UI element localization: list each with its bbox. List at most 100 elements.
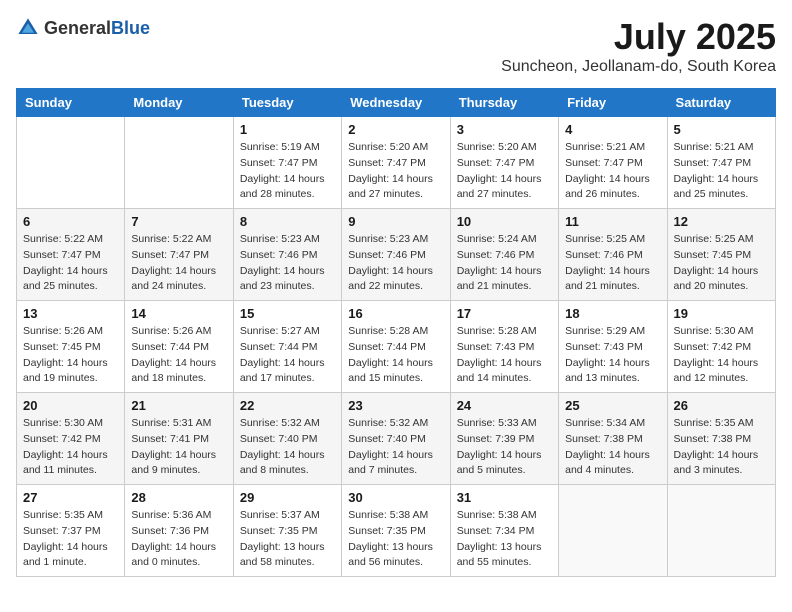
day-info: Sunrise: 5:21 AMSunset: 7:47 PMDaylight:… <box>565 140 660 203</box>
day-number: 21 <box>131 398 226 413</box>
sunrise-text: Sunrise: 5:35 AM <box>23 509 103 521</box>
day-number: 18 <box>565 306 660 321</box>
week-row-4: 20Sunrise: 5:30 AMSunset: 7:42 PMDayligh… <box>17 393 776 485</box>
day-info: Sunrise: 5:20 AMSunset: 7:47 PMDaylight:… <box>348 140 443 203</box>
sunset-text: Sunset: 7:35 PM <box>348 525 426 537</box>
day-number: 13 <box>23 306 118 321</box>
sunrise-text: Sunrise: 5:22 AM <box>23 233 103 245</box>
sunset-text: Sunset: 7:47 PM <box>348 157 426 169</box>
col-saturday: Saturday <box>667 89 775 117</box>
day-number: 14 <box>131 306 226 321</box>
daylight-text: Daylight: 14 hours and 25 minutes. <box>23 265 108 293</box>
sunrise-text: Sunrise: 5:28 AM <box>348 325 428 337</box>
daylight-text: Daylight: 14 hours and 13 minutes. <box>565 357 650 385</box>
sunset-text: Sunset: 7:47 PM <box>131 249 209 261</box>
daylight-text: Daylight: 14 hours and 14 minutes. <box>457 357 542 385</box>
calendar-cell-23: 21Sunrise: 5:31 AMSunset: 7:41 PMDayligh… <box>125 393 233 485</box>
sunrise-text: Sunrise: 5:24 AM <box>457 233 537 245</box>
sunrise-text: Sunrise: 5:25 AM <box>674 233 754 245</box>
calendar-header-row: Sunday Monday Tuesday Wednesday Thursday… <box>17 89 776 117</box>
calendar-cell-30: 28Sunrise: 5:36 AMSunset: 7:36 PMDayligh… <box>125 485 233 577</box>
daylight-text: Daylight: 14 hours and 3 minutes. <box>674 449 759 477</box>
calendar-cell-16: 14Sunrise: 5:26 AMSunset: 7:44 PMDayligh… <box>125 301 233 393</box>
sunset-text: Sunset: 7:34 PM <box>457 525 535 537</box>
calendar-cell-28: 26 Sunrise: 5:35 AMSunset: 7:38 PMDayligh… <box>667 393 775 485</box>
daylight-text: Daylight: 14 hours and 12 minutes. <box>674 357 759 385</box>
sunrise-text: Sunrise: 5:20 AM <box>348 141 428 153</box>
day-info: Sunrise: 5:37 AMSunset: 7:35 PMDaylight:… <box>240 508 335 571</box>
day-info: Sunrise: 5:35 AMSunset: 7:37 PMDaylight:… <box>23 508 118 571</box>
day-info: Sunrise: 5:35 AMSunset: 7:38 PMDaylight:… <box>674 416 769 479</box>
sunset-text: Sunset: 7:43 PM <box>457 341 535 353</box>
col-friday: Friday <box>559 89 667 117</box>
day-info: Sunrise: 5:38 AMSunset: 7:35 PMDaylight:… <box>348 508 443 571</box>
title-block: July 2025 Suncheon, Jeollanam-do, South … <box>501 16 776 76</box>
daylight-text: Daylight: 14 hours and 24 minutes. <box>131 265 216 293</box>
sunset-text: Sunset: 7:42 PM <box>674 341 752 353</box>
day-info: Sunrise: 5:25 AMSunset: 7:46 PMDaylight:… <box>565 232 660 295</box>
col-wednesday: Wednesday <box>342 89 450 117</box>
month-title: July 2025 <box>501 16 776 58</box>
daylight-text: Daylight: 14 hours and 22 minutes. <box>348 265 433 293</box>
day-number: 16 <box>348 306 443 321</box>
day-number: 2 <box>348 122 443 137</box>
day-info: Sunrise: 5:28 AMSunset: 7:43 PMDaylight:… <box>457 324 552 387</box>
week-row-2: 6 Sunrise: 5:22 AM Sunset: 7:47 PM Daylight… <box>17 209 776 301</box>
day-number: 17 <box>457 306 552 321</box>
sunrise-text: Sunrise: 5:35 AM <box>674 417 754 429</box>
calendar-cell-32: 30Sunrise: 5:38 AMSunset: 7:35 PMDayligh… <box>342 485 450 577</box>
calendar-cell-8: 6Sunrise: 5:22 AMSunset: 7:47 PMDaylight… <box>17 209 125 301</box>
day-info: Sunrise: 5:32 AMSunset: 7:40 PMDaylight:… <box>348 416 443 479</box>
day-info: Sunrise: 5:23 AMSunset: 7:46 PMDaylight:… <box>240 232 335 295</box>
calendar-cell-9: 7 Sunrise: 5:22 AM Sunset: 7:47 PM Daylight… <box>125 209 233 301</box>
day-number: 24 <box>457 398 552 413</box>
sunset-text: Sunset: 7:44 PM <box>348 341 426 353</box>
calendar-cell-4: 2Sunrise: 5:20 AMSunset: 7:47 PMDaylight… <box>342 117 450 209</box>
daylight-text: Daylight: 13 hours and 58 minutes. <box>240 541 325 569</box>
sunrise-text: Sunrise: 5:33 AM <box>457 417 537 429</box>
calendar-cell-11: 9Sunrise: 5:23 AMSunset: 7:46 PMDaylight… <box>342 209 450 301</box>
sunrise-text: Sunrise: 5:27 AM <box>240 325 320 337</box>
calendar-cell-6: 4Sunrise: 5:21 AMSunset: 7:47 PMDaylight… <box>559 117 667 209</box>
sunset-text: Sunset: 7:47 PM <box>674 157 752 169</box>
day-number: 28 <box>131 490 226 505</box>
sunrise-text: Sunrise: 5:37 AM <box>240 509 320 521</box>
sunrise-text: Sunrise: 5:22 AM <box>131 233 211 245</box>
day-info: Sunrise: 5:21 AMSunset: 7:47 PMDaylight:… <box>674 140 769 203</box>
calendar-cell-34 <box>559 485 667 577</box>
col-monday: Monday <box>125 89 233 117</box>
calendar-cell-10: 8Sunrise: 5:23 AMSunset: 7:46 PMDaylight… <box>233 209 341 301</box>
logo-general: General <box>44 18 111 38</box>
daylight-text: Daylight: 13 hours and 55 minutes. <box>457 541 542 569</box>
sunrise-text: Sunrise: 5:21 AM <box>565 141 645 153</box>
calendar-cell-1 <box>17 117 125 209</box>
sunrise-text: Sunrise: 5:26 AM <box>131 325 211 337</box>
sunrise-text: Sunrise: 5:38 AM <box>348 509 428 521</box>
sunset-text: Sunset: 7:40 PM <box>348 433 426 445</box>
day-info: Sunrise: 5:30 AMSunset: 7:42 PMDaylight:… <box>674 324 769 387</box>
day-number: 22 <box>240 398 335 413</box>
day-info: Sunrise: 5:38 AM Sunset: 7:34 PM Daylight:… <box>457 508 552 571</box>
day-number: 6 <box>23 214 118 229</box>
daylight-text: Daylight: 14 hours and 11 minutes. <box>23 449 108 477</box>
sunrise-text: Sunrise: 5:38 AM <box>457 509 537 521</box>
calendar-cell-7: 5Sunrise: 5:21 AMSunset: 7:47 PMDaylight… <box>667 117 775 209</box>
sunrise-text: Sunrise: 5:30 AM <box>23 417 103 429</box>
daylight-text: Daylight: 14 hours and 8 minutes. <box>240 449 325 477</box>
day-info: Sunrise: 5:26 AMSunset: 7:44 PMDaylight:… <box>131 324 226 387</box>
calendar-cell-22: 20Sunrise: 5:30 AMSunset: 7:42 PMDayligh… <box>17 393 125 485</box>
daylight-text: Daylight: 14 hours and 26 minutes. <box>565 173 650 201</box>
day-number: 26 <box>674 398 769 413</box>
daylight-text: Daylight: 14 hours and 9 minutes. <box>131 449 216 477</box>
week-row-5: 27Sunrise: 5:35 AMSunset: 7:37 PMDayligh… <box>17 485 776 577</box>
sunset-text: Sunset: 7:36 PM <box>131 525 209 537</box>
day-info: Sunrise: 5:28 AMSunset: 7:44 PMDaylight:… <box>348 324 443 387</box>
sunset-text: Sunset: 7:44 PM <box>131 341 209 353</box>
sunrise-text: Sunrise: 5:20 AM <box>457 141 537 153</box>
daylight-text: Daylight: 14 hours and 1 minute. <box>23 541 108 569</box>
calendar-cell-18: 16Sunrise: 5:28 AMSunset: 7:44 PMDayligh… <box>342 301 450 393</box>
sunrise-text: Sunrise: 5:34 AM <box>565 417 645 429</box>
day-number: 15 <box>240 306 335 321</box>
day-number: 7 <box>131 214 226 229</box>
calendar-cell-27: 25Sunrise: 5:34 AMSunset: 7:38 PMDayligh… <box>559 393 667 485</box>
